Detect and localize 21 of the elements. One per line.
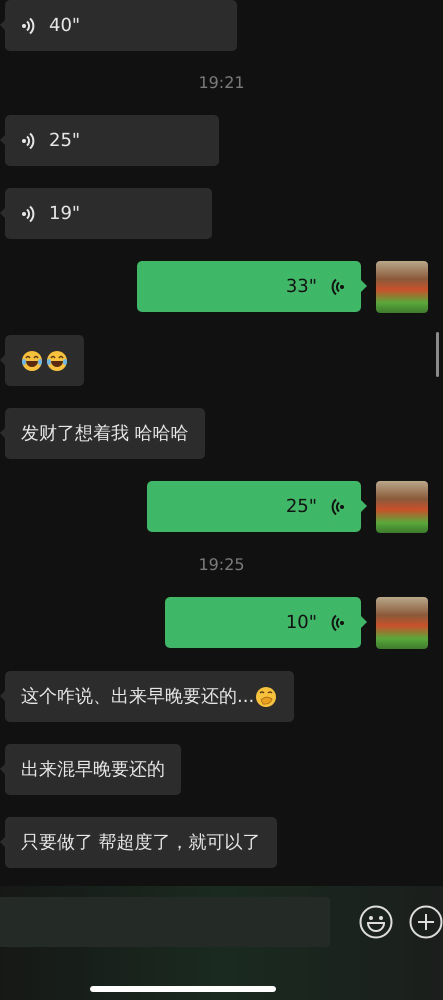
laughing-face-icon <box>21 350 43 372</box>
avatar-photo-placeholder[interactable] <box>376 261 428 313</box>
plus-icon[interactable] <box>409 905 443 939</box>
message-text: 出来混早晚要还的 <box>21 758 165 782</box>
voice-wave-icon <box>329 614 345 632</box>
voice-wave-icon <box>21 16 37 34</box>
voice-wave-icon <box>21 132 37 150</box>
avatar-photo-placeholder[interactable] <box>376 481 428 533</box>
message-text: 发财了想着我 哈哈哈 <box>21 422 189 446</box>
avatar-photo-placeholder[interactable] <box>376 597 428 649</box>
smiley-icon[interactable] <box>359 905 394 939</box>
timestamp: 19:25 <box>198 555 245 574</box>
hand-over-mouth-face-icon <box>254 684 278 708</box>
laughing-face-icon <box>46 350 68 372</box>
scrollbar <box>436 332 439 377</box>
timestamp: 19:21 <box>198 73 245 92</box>
voice-wave-icon <box>329 278 345 296</box>
message-text: 只要做了 帮超度了，就可以了 <box>21 831 261 855</box>
voice-wave-icon <box>329 498 345 516</box>
message-text: 这个咋说、出来早晚要还的... <box>21 685 254 709</box>
voice-wave-icon <box>21 204 37 222</box>
